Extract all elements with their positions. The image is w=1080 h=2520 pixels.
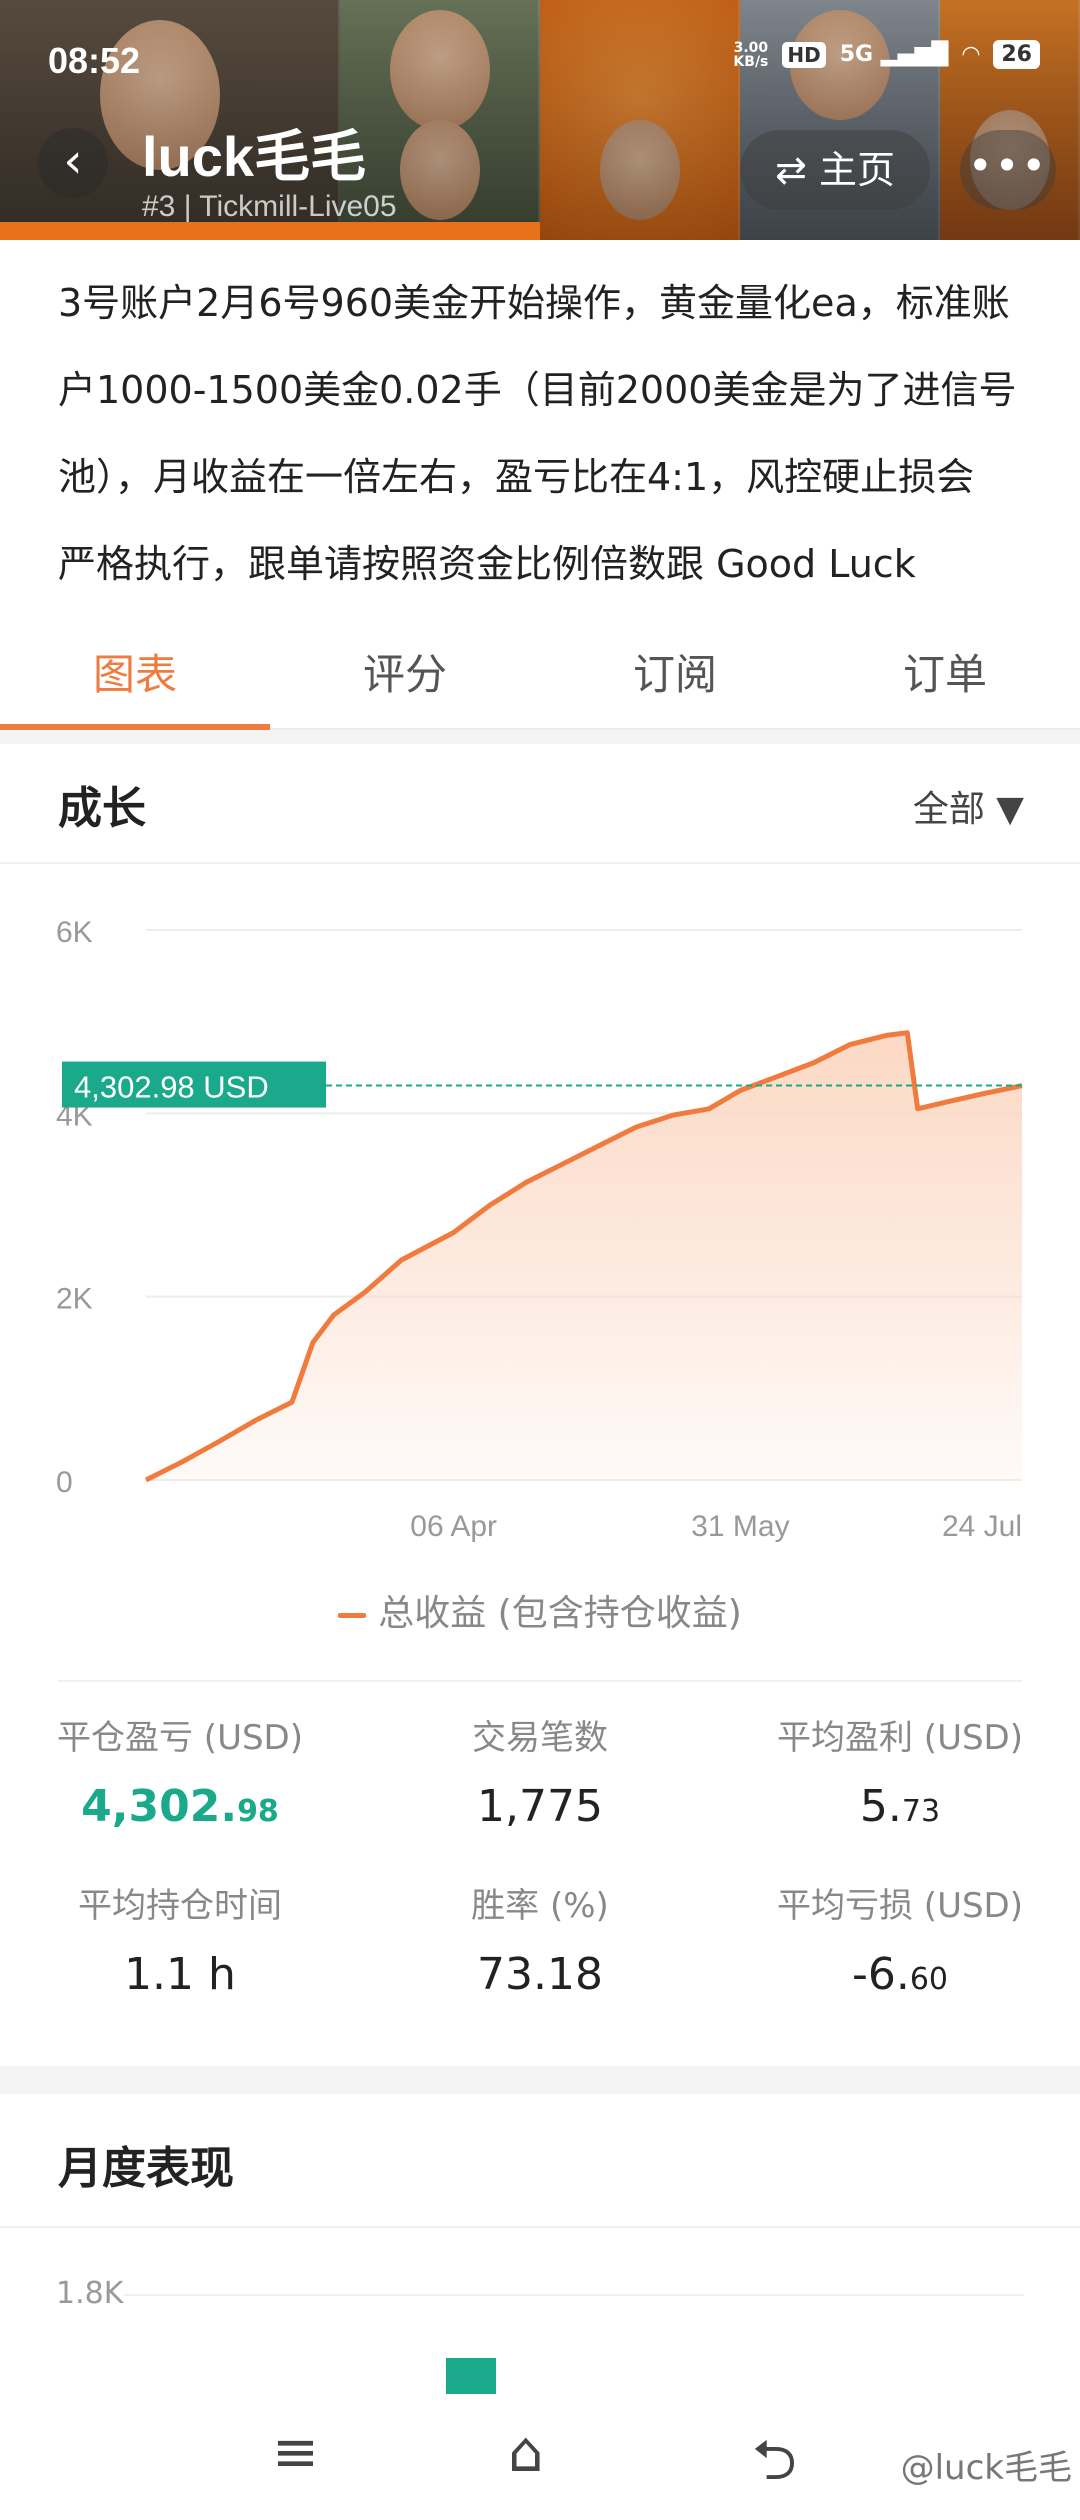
more-options-button[interactable]: ••• [960,130,1056,210]
status-bar: 08:52 3.00 KB/s HD 5G ▂▄▆█ ◠ 26 [0,0,1080,120]
description-line: 严格执行，跟单请按照资金比例倍数跟 Good Luck [58,542,916,586]
stat-label: 交易笔数 [472,1718,608,1758]
stat-value: 5.73 [859,1781,941,1832]
tab-rating[interactable]: 评分 [270,610,540,728]
stat-avg-profit: 平均盈利 (USD) 5.73 [720,1710,1080,1832]
current-value-label: 4,302.98 USD [74,1070,269,1105]
tab-subscription[interactable]: 订阅 [540,610,810,728]
stat-trade-count: 交易笔数 1,775 [360,1710,720,1832]
stat-avg-hold-time: 平均持仓时间 1.1 h [0,1878,360,2000]
x-tick-label: 24 Jul [942,1510,1022,1543]
system-nav-bar: ≡ ⌂ ⮌ @luck毛毛 [0,2400,1080,2520]
tab-orders[interactable]: 订单 [810,610,1080,728]
hd-icon: HD [782,41,826,68]
monthly-y-tick: 1.8K [56,2276,124,2311]
stat-value: 73.18 [477,1949,603,2000]
x-tick-label: 31 May [691,1510,789,1543]
y-tick-label: 2K [56,1283,93,1316]
wifi-icon: ◠ [962,42,980,67]
description-line: 户1000-1500美金0.02手（目前2000美金是为了进信号 [58,368,1017,412]
chart-legend: 总收益 (包含持仓收益) [0,1584,1080,1636]
profile-name: luck毛毛 [142,125,367,188]
battery-icon: 26 [993,40,1040,69]
legend-label: 总收益 (包含持仓收益) [378,1593,742,1634]
stat-label: 平仓盈亏 (USD) [57,1718,303,1758]
status-time: 08:52 [48,40,141,81]
status-icons: 3.00 KB/s HD 5G ▂▄▆█ ◠ 26 [733,40,1040,69]
legend-line-marker [338,1612,367,1618]
tab-chart[interactable]: 图表 [0,610,270,730]
stat-label: 胜率 (%) [471,1886,609,1926]
stat-label: 平均盈利 (USD) [777,1718,1023,1758]
divider [58,1680,1022,1682]
divider [0,2226,1080,2228]
stat-value: -6.60 [851,1949,949,2000]
stat-label: 平均持仓时间 [78,1886,282,1926]
signal-icon: 5G ▂▄▆█ [839,42,949,67]
monthly-title: 月度表现 [58,2143,234,2194]
net-speed-indicator: 3.00 KB/s [733,39,769,70]
menu-icon[interactable]: ≡ [272,2420,319,2485]
stat-value: 4,302.98 [81,1781,279,1832]
growth-chart: 02K4K6K4,302.98 USD06 Apr 31 May 24 Jul [56,916,1023,1543]
description-line: 池），月收益在一倍左右，盈亏比在4:1，风控硬止损会 [58,455,975,499]
description-line: 3号账户2月6号960美金开始操作，黄金量化ea，标准账 [58,281,1010,325]
watermark: @luck毛毛 [900,2448,1072,2488]
banner-strip [0,222,540,240]
profile-subtitle: #3 | Tickmill-Live05 [142,190,397,223]
gridline [124,2294,1024,2296]
tab-bar: 图表 评分 订阅 订单 [0,610,1080,730]
stat-closed-pnl: 平仓盈亏 (USD) 4,302.98 [0,1710,360,1832]
stat-value: 1.1 h [124,1949,236,2000]
y-tick-label: 6K [56,916,93,949]
stat-win-rate: 胜率 (%) 73.18 [360,1878,720,2000]
monthly-bar [446,2358,496,2394]
y-tick-label: 0 [56,1466,73,1499]
home-icon[interactable]: ⌂ [508,2420,544,2485]
back-button[interactable]: ‹ [38,128,108,198]
back-icon[interactable]: ⮌ [752,2420,797,2515]
x-tick-label: 06 Apr [410,1510,497,1543]
stat-value: 1,775 [477,1781,603,1832]
stat-avg-loss: 平均亏损 (USD) -6.60 [720,1878,1080,2000]
stat-label: 平均亏损 (USD) [777,1886,1023,1926]
strategy-description: 3号账户2月6号960美金开始操作，黄金量化ea，标准账 户1000-1500美… [0,240,1080,610]
growth-card: 成长 全部 ▼ 0 2K 4K 6K 4,302.98 USD 06 Apr 31 May 2… [0,744,1080,2066]
home-page-button[interactable]: ⇄ 主页 [740,130,930,210]
